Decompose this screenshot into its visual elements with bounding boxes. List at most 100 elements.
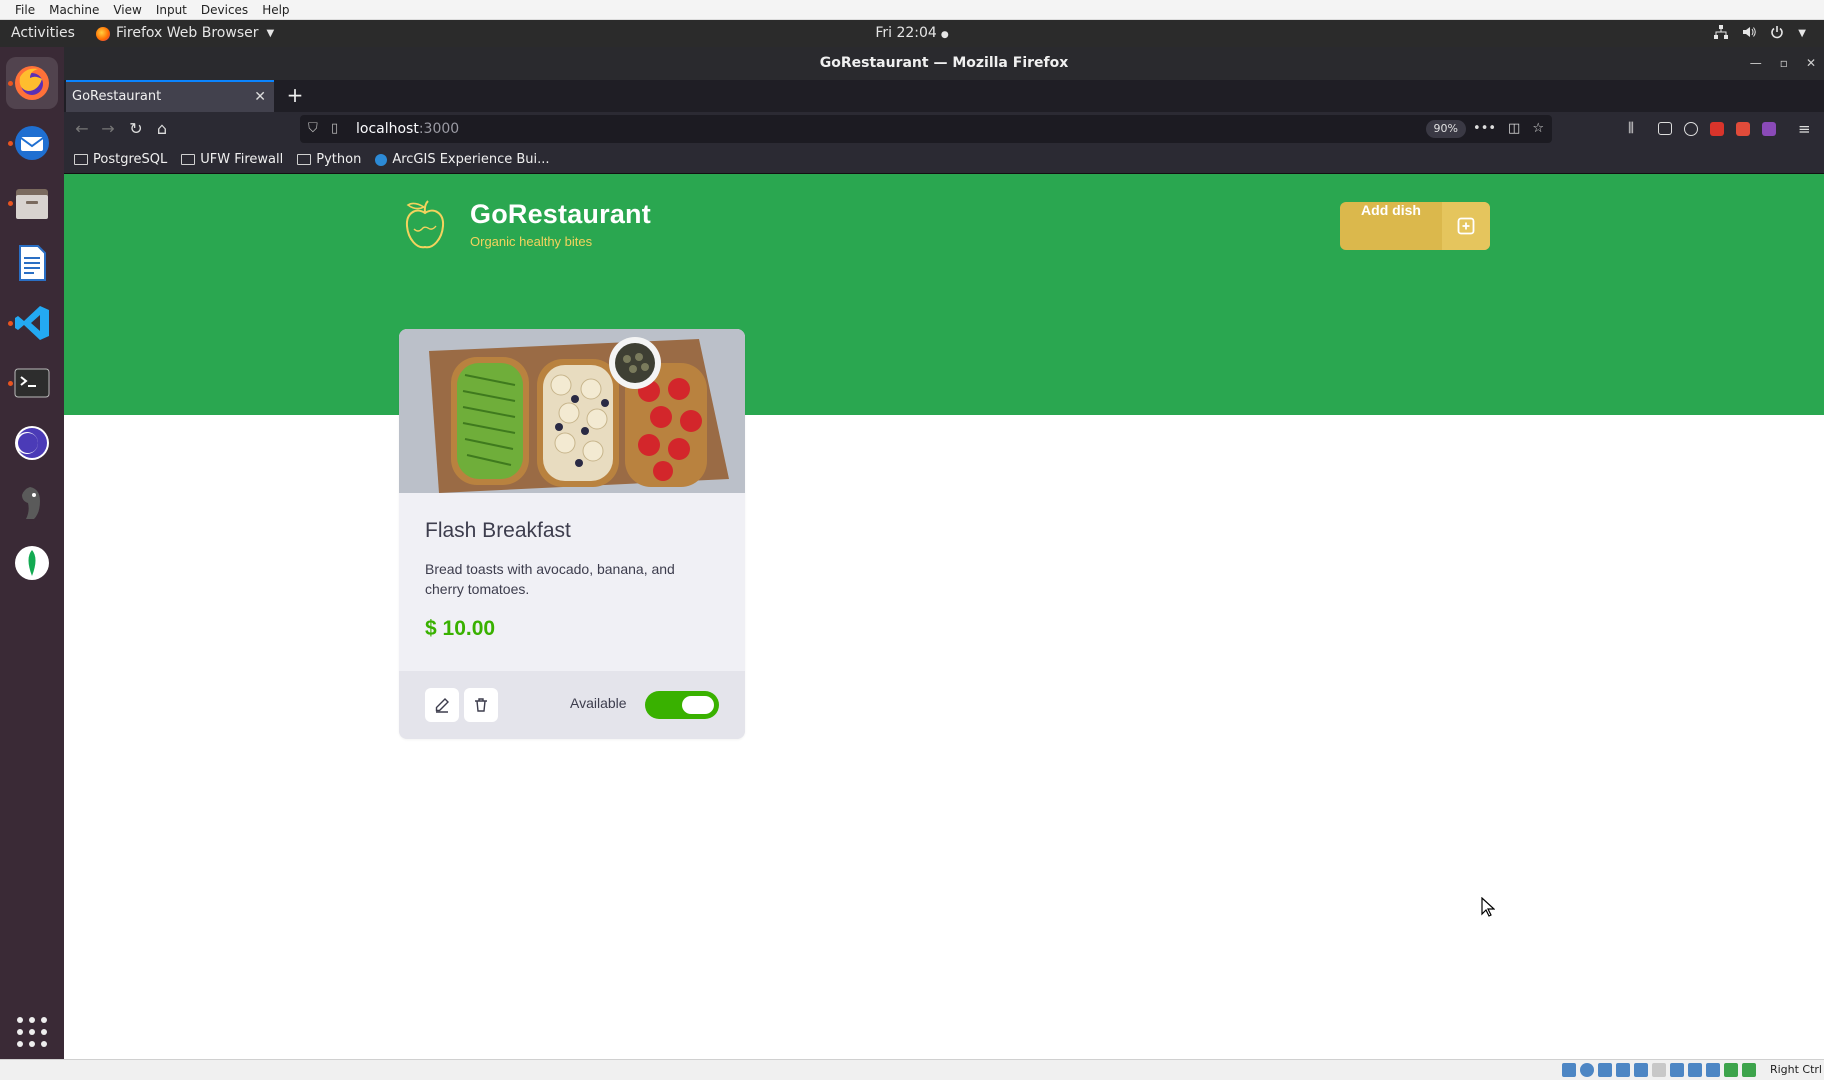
new-tab-button[interactable]: + [282, 80, 308, 112]
dish-image [399, 329, 745, 493]
reload-icon[interactable]: ↻ [124, 117, 148, 141]
show-applications-icon[interactable] [17, 1017, 47, 1047]
extension-red-icon[interactable] [1710, 122, 1724, 136]
hdd-icon[interactable] [1562, 1063, 1576, 1077]
extension-grid-icon[interactable] [1762, 122, 1776, 136]
mongodb-compass-icon [15, 546, 49, 580]
url-bar[interactable]: ⛉ ▯ localhost:3000 90% ••• ◫ ☆ [300, 115, 1552, 143]
bookmark-arcgis[interactable]: ArcGIS Experience Bui... [375, 152, 550, 167]
bookmark-star-icon[interactable]: ☆ [1532, 115, 1544, 143]
maximize-icon[interactable]: ▫ [1780, 47, 1788, 80]
web-page: GoRestaurant Organic healthy bites Add d… [64, 174, 1824, 1059]
app-title: GoRestaurant [470, 199, 651, 229]
dish-card: Flash Breakfast Bread toasts with avocad… [399, 329, 745, 739]
guest-additions-icon[interactable] [1724, 1063, 1738, 1077]
arcgis-icon [375, 153, 388, 166]
dock-terminal[interactable] [6, 357, 58, 409]
plus-square-icon [1442, 202, 1490, 250]
add-dish-button[interactable]: Add dish [1340, 202, 1490, 250]
dish-card-footer: Available [399, 671, 745, 739]
vbox-menu-file[interactable]: File [8, 0, 42, 20]
dish-price: $ 10.00 [425, 617, 496, 640]
host-key-label: Right Ctrl [1769, 1063, 1822, 1076]
zoom-indicator[interactable]: 90% [1425, 120, 1466, 138]
caret-down-icon: ▼ [266, 28, 275, 39]
dock-thunderbird[interactable] [6, 117, 58, 169]
trash-icon [475, 698, 487, 712]
audio-icon[interactable] [1598, 1063, 1612, 1077]
network-adapter-icon[interactable] [1616, 1063, 1630, 1077]
edit-dish-button[interactable] [425, 688, 459, 722]
forward-icon[interactable]: → [96, 117, 120, 141]
beekeeper-icon [22, 487, 40, 519]
dock-writer[interactable] [6, 237, 58, 289]
files-icon [16, 189, 48, 219]
page-info-icon[interactable]: ▯ [331, 115, 338, 143]
dock-beekeeper[interactable] [6, 477, 58, 529]
system-tray[interactable]: ▼ [1714, 20, 1806, 47]
availability-toggle[interactable] [645, 691, 719, 719]
video-capture-icon[interactable] [1688, 1063, 1702, 1077]
window-title: GoRestaurant — Mozilla Firefox [819, 55, 1069, 71]
bookmarks-toolbar: PostgreSQL UFW Firewall Python ArcGIS Ex… [64, 146, 1824, 174]
clock[interactable]: Fri 22:04 [875, 25, 936, 41]
firefox-icon [15, 66, 49, 100]
home-icon[interactable]: ⌂ [150, 117, 174, 141]
mouse-pointer-icon [1481, 897, 1495, 917]
library-icon[interactable]: ⫼ [1628, 120, 1646, 138]
add-dish-label: Add dish [1361, 202, 1421, 218]
eclipse-icon [15, 426, 49, 460]
tab-gorestaurant[interactable]: GoRestaurant ✕ [66, 80, 274, 112]
sidebar-icon[interactable] [1658, 122, 1672, 135]
app-menu[interactable]: Firefox Web Browser ▼ [96, 20, 274, 47]
app-subtitle: Organic healthy bites [470, 234, 593, 249]
usb-icon[interactable] [1634, 1063, 1648, 1077]
optical-drive-icon[interactable] [1580, 1063, 1594, 1077]
minimize-icon[interactable]: — [1750, 47, 1762, 80]
caret-down-icon: ▼ [1798, 28, 1806, 39]
close-tab-icon[interactable]: ✕ [254, 82, 266, 112]
vbox-statusbar: Right Ctrl [0, 1059, 1824, 1080]
bookmark-postgresql[interactable]: PostgreSQL [74, 152, 167, 167]
ubuntu-dock [0, 47, 64, 1059]
vbox-menu-input[interactable]: Input [149, 0, 194, 20]
dock-vscode[interactable] [6, 297, 58, 349]
bookmark-label: PostgreSQL [93, 152, 168, 167]
extension-pdf-icon[interactable] [1736, 122, 1750, 136]
url-host: localhost [356, 121, 419, 137]
delete-dish-button[interactable] [464, 688, 498, 722]
gnome-topbar: Activities Firefox Web Browser ▼ Fri 22:… [0, 20, 1824, 47]
running-indicator [8, 381, 13, 386]
folder-icon [74, 154, 88, 165]
cpu-icon[interactable] [1706, 1063, 1720, 1077]
display-icon[interactable] [1670, 1063, 1684, 1077]
bookmark-ufw-firewall[interactable]: UFW Firewall [181, 152, 283, 167]
activities-button[interactable]: Activities [11, 20, 75, 47]
bookmark-label: UFW Firewall [200, 152, 284, 167]
shared-folder-icon[interactable] [1652, 1063, 1666, 1077]
tracking-protection-icon[interactable]: ⛉ [308, 115, 318, 143]
back-icon[interactable]: ← [70, 117, 94, 141]
terminal-icon [14, 368, 50, 398]
mouse-integration-icon[interactable] [1742, 1063, 1756, 1077]
tab-title: GoRestaurant [72, 89, 162, 104]
dock-mongodb-compass[interactable] [6, 537, 58, 589]
dock-firefox[interactable] [6, 57, 58, 109]
pocket-icon[interactable]: ◫ [1508, 115, 1520, 143]
menu-icon[interactable]: ≡ [1798, 120, 1816, 138]
edit-pencil-icon [435, 698, 449, 713]
vbox-menu-devices[interactable]: Devices [194, 0, 255, 20]
account-icon[interactable] [1684, 122, 1698, 136]
dock-eclipse[interactable] [6, 417, 58, 469]
folder-icon [297, 154, 312, 165]
dish-description: Bread toasts with avocado, banana, and c… [425, 561, 675, 597]
vbox-menu-help[interactable]: Help [255, 0, 296, 20]
vbox-menu-machine[interactable]: Machine [42, 0, 106, 20]
dock-files[interactable] [6, 177, 58, 229]
url-port: :3000 [418, 121, 460, 137]
bookmark-python[interactable]: Python [297, 152, 361, 167]
page-actions-icon[interactable]: ••• [1473, 115, 1496, 143]
brand: GoRestaurant Organic healthy bites [400, 199, 651, 253]
vbox-menu-view[interactable]: View [106, 0, 148, 20]
close-icon[interactable]: ✕ [1806, 47, 1816, 80]
